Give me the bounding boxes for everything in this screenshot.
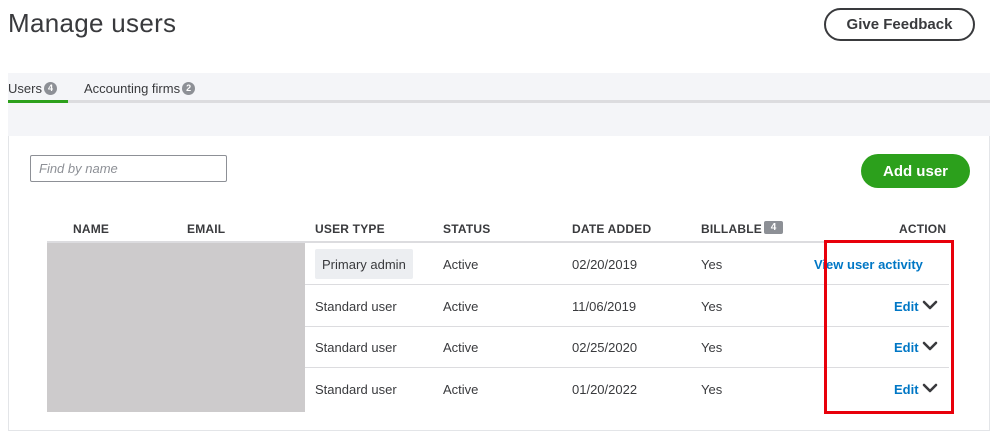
column-header-name[interactable]: NAME [73, 222, 109, 236]
tab-users-count-badge: 4 [43, 81, 57, 95]
table-row: Primary admin Active 02/20/2019 Yes View… [305, 243, 949, 285]
page-title: Manage users [8, 8, 177, 38]
column-header-date-added[interactable]: DATE ADDED [572, 222, 651, 236]
give-feedback-button[interactable]: Give Feedback [824, 8, 975, 41]
user-type-cell: Standard user [315, 340, 397, 355]
tab-accounting-firms-label: Accounting firms [84, 80, 181, 96]
chevron-down-icon[interactable] [921, 379, 939, 397]
table-row: Standard user Active 01/20/2022 Yes Edit [305, 368, 949, 412]
column-header-action: ACTION [899, 222, 947, 236]
edit-link[interactable]: Edit [894, 340, 919, 355]
status-cell: Active [443, 382, 479, 397]
section-gap [8, 103, 990, 136]
billable-cell: Yes [701, 299, 723, 314]
date-added-cell: 02/25/2020 [572, 340, 638, 355]
add-user-button[interactable]: Add user [861, 154, 970, 188]
find-by-name-input[interactable] [30, 155, 227, 182]
billable-cell: Yes [701, 257, 723, 272]
redacted-name-email-area [47, 243, 305, 412]
edit-link[interactable]: Edit [894, 299, 919, 314]
user-type-badge: Primary admin [315, 249, 413, 279]
status-cell: Active [443, 299, 479, 314]
edit-link[interactable]: Edit [894, 382, 919, 397]
date-added-cell: 11/06/2019 [572, 299, 637, 314]
date-added-cell: 01/20/2022 [572, 382, 638, 397]
tab-users-label: Users [8, 80, 42, 96]
tabs-bar: Users 4 Accounting firms 2 [8, 73, 990, 103]
billable-cell: Yes [701, 382, 723, 397]
view-user-activity-link[interactable]: View user activity [814, 257, 923, 272]
tab-users[interactable]: Users 4 [8, 80, 57, 96]
chevron-down-icon[interactable] [921, 337, 939, 355]
column-header-status[interactable]: STATUS [443, 222, 490, 236]
tab-accounting-firms-count-badge: 2 [182, 81, 196, 95]
column-header-email[interactable]: EMAIL [187, 222, 225, 236]
date-added-cell: 02/20/2019 [572, 257, 638, 272]
table-row: Standard user Active 02/25/2020 Yes Edit [305, 326, 949, 368]
billable-cell: Yes [701, 340, 723, 355]
chevron-down-icon[interactable] [921, 296, 939, 314]
status-cell: Active [443, 340, 479, 355]
column-header-billable[interactable]: BILLABLE [701, 222, 762, 236]
billable-count-badge: 4 [764, 221, 783, 234]
user-type-cell: Standard user [315, 382, 397, 397]
status-cell: Active [443, 257, 479, 272]
table-row: Standard user Active 11/06/2019 Yes Edit [305, 285, 949, 327]
column-header-user-type[interactable]: USER TYPE [315, 222, 385, 236]
user-type-cell: Standard user [315, 299, 397, 314]
tab-accounting-firms[interactable]: Accounting firms 2 [84, 80, 196, 96]
